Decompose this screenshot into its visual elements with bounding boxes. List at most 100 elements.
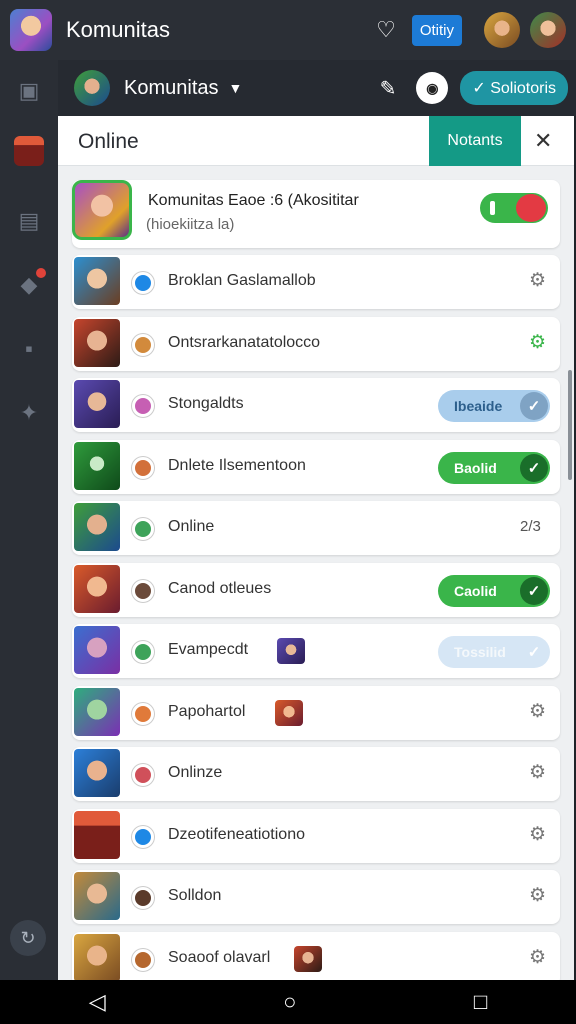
featured-toggle[interactable] — [480, 193, 548, 223]
app-root: Komunitas ♡ Otitiy ▣ ▤ ◆ ▪ ✦ ↻ Komunitas… — [0, 0, 576, 1024]
member-row[interactable]: Stongaldts Ibeaide ✓ — [72, 378, 560, 432]
status-dot — [132, 764, 154, 786]
friend-avatar[interactable] — [530, 12, 566, 48]
member-avatar — [74, 626, 120, 674]
sidebar: ▣ ▤ ◆ ▪ ✦ ↻ — [0, 60, 58, 980]
member-count: 2/3 — [520, 518, 541, 535]
member-name: Dzeotifeneatiotiono — [168, 825, 305, 843]
members-panel: Online Notants ✕ Komunitas Eaoe :6 (Akos… — [58, 116, 574, 980]
back-icon[interactable]: ◁ — [89, 989, 106, 1015]
toggle-label: Baolid — [454, 459, 497, 476]
member-avatar — [74, 749, 120, 797]
message-icon[interactable]: ▤ — [14, 206, 44, 236]
member-avatar — [74, 318, 120, 367]
check-icon: ✓ — [520, 392, 548, 420]
check-icon: ✓ — [527, 644, 541, 661]
member-row[interactable]: Broklan Gaslamallob ⚙ — [72, 255, 560, 309]
member-toggle[interactable]: Baolid ✓ — [438, 451, 550, 484]
featured-title: Komunitas Eaoe :6 (Akosititar — [148, 192, 359, 209]
check-icon: ✓ — [520, 576, 548, 605]
toggle-knob — [516, 194, 546, 222]
member-name: Papohartol — [168, 702, 246, 720]
channel-title[interactable]: Komunitas — [124, 77, 219, 100]
member-badge-avatar — [277, 638, 305, 664]
toggle-label: Ibeaide — [454, 398, 503, 414]
member-name: Online — [168, 518, 215, 535]
bird-icon[interactable]: ✦ — [14, 398, 44, 428]
power-icon[interactable]: ↻ — [10, 920, 46, 956]
member-badge-avatar — [294, 945, 322, 972]
member-row[interactable]: Online 2/3 — [72, 501, 560, 555]
gear-icon[interactable]: ⚙ — [529, 700, 546, 723]
user-avatar[interactable] — [484, 12, 520, 48]
member-avatar — [74, 933, 120, 980]
featured-subtitle: (hioekiitza la) — [146, 216, 235, 233]
gear-icon[interactable]: ⚙ — [529, 331, 546, 354]
member-name: Canod otleues — [168, 579, 272, 597]
featured-card[interactable]: Komunitas Eaoe :6 (Akosititar (hioekiitz… — [72, 180, 560, 248]
app-title: Komunitas — [66, 17, 170, 42]
recents-icon[interactable]: □ — [474, 989, 487, 1015]
panel-header: Online Notants ✕ — [58, 116, 574, 166]
member-name: Onlinze — [168, 764, 223, 781]
member-name: Broklan Gaslamallob — [168, 272, 316, 289]
folder-icon[interactable]: ▪ — [14, 334, 44, 364]
server-icon — [14, 136, 44, 166]
panel-title: Online — [78, 130, 139, 153]
status-dot — [132, 948, 154, 971]
member-toggle[interactable]: Ibeaide ✓ — [438, 390, 550, 422]
member-row[interactable]: Evampecdt Tossilid ✓ — [72, 624, 560, 678]
toggle-label: Caolid — [454, 582, 497, 599]
profile-button[interactable]: ◉ — [416, 72, 449, 104]
tool-icon[interactable]: ✎ — [380, 76, 397, 101]
system-nav-bar: ◁ ○ □ — [0, 980, 576, 1024]
member-avatar — [74, 441, 120, 490]
toggle-label: Tossilid — [454, 644, 506, 660]
member-name: Stongaldts — [168, 395, 244, 412]
server-avatar[interactable] — [14, 136, 44, 166]
gear-icon[interactable]: ⚙ — [529, 269, 546, 292]
member-toggle[interactable]: Caolid ✓ — [438, 574, 550, 607]
gear-icon[interactable]: ⚙ — [529, 946, 546, 969]
app-avatar[interactable] — [10, 9, 52, 51]
gear-icon[interactable]: ⚙ — [529, 823, 546, 846]
status-button[interactable]: Otitiy — [411, 14, 462, 46]
status-pill[interactable]: ✓ Soliotoris — [460, 71, 568, 105]
gear-icon[interactable]: ⚙ — [529, 761, 546, 784]
member-row[interactable]: Dnlete Ilsementoon Baolid ✓ — [72, 439, 560, 494]
status-dot — [132, 702, 154, 725]
member-name: Solldon — [168, 887, 222, 904]
status-dot — [132, 887, 154, 909]
member-row[interactable]: Dzeotifeneatiotiono ⚙ — [72, 808, 560, 863]
member-avatar — [74, 503, 120, 551]
scrollbar[interactable] — [568, 370, 572, 480]
top-bar: Komunitas ♡ Otitiy — [0, 0, 576, 60]
member-name: Ontsrarkanatatolocco — [168, 333, 321, 351]
close-icon[interactable]: ✕ — [534, 128, 552, 154]
member-row[interactable]: Soaoof olavarl ⚙ — [72, 931, 560, 980]
chat-icon[interactable]: ▣ — [14, 76, 44, 106]
tab-notants[interactable]: Notants — [429, 116, 521, 166]
heart-icon[interactable]: ♡ — [376, 17, 396, 43]
member-row[interactable]: Solldon ⚙ — [72, 870, 560, 924]
member-row[interactable]: Canod otleues Caolid ✓ — [72, 562, 560, 617]
status-dot — [132, 395, 154, 417]
member-name: Evampecdt — [168, 641, 249, 658]
status-dot — [132, 456, 154, 479]
status-dot — [132, 518, 154, 540]
home-icon[interactable]: ○ — [283, 989, 296, 1015]
gear-icon[interactable]: ⚙ — [529, 884, 546, 907]
check-icon: ✓ — [520, 453, 548, 482]
game-icon[interactable]: ◆ — [14, 268, 46, 300]
member-badge-avatar — [275, 699, 303, 726]
status-dot — [132, 641, 154, 663]
member-row[interactable]: Ontsrarkanatatolocco ⚙ — [72, 316, 560, 371]
member-toggle[interactable]: Tossilid ✓ — [438, 636, 550, 668]
member-name: Soaoof olavarl — [168, 948, 271, 966]
chevron-down-icon[interactable]: ▼ — [229, 80, 380, 96]
status-dot — [132, 272, 154, 294]
channel-avatar[interactable] — [74, 70, 110, 106]
member-row[interactable]: Onlinze ⚙ — [72, 747, 560, 801]
status-dot — [132, 333, 154, 356]
member-row[interactable]: Papohartol ⚙ — [72, 685, 560, 740]
